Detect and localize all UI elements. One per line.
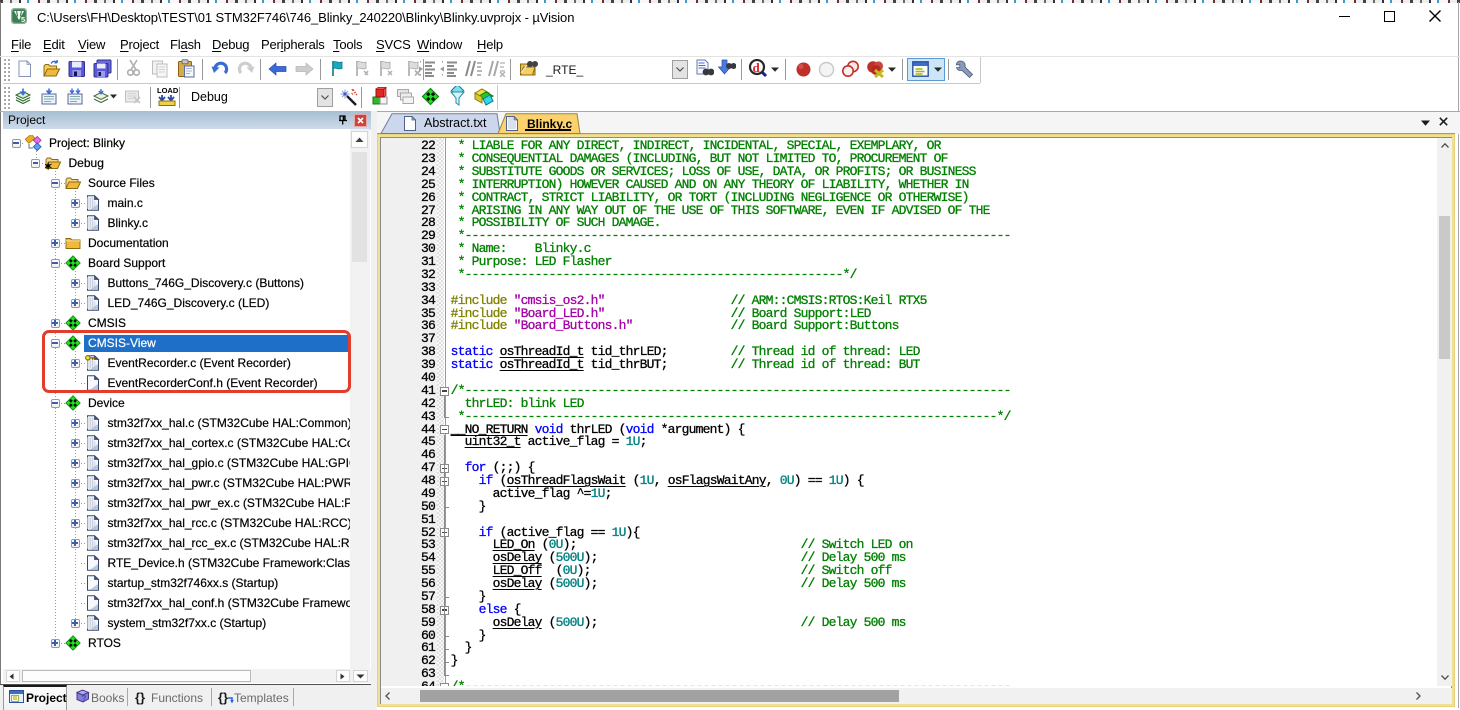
svg-text:d: d [753, 60, 761, 75]
svg-text:LOAD: LOAD [157, 86, 178, 95]
svg-text:✶: ✶ [45, 161, 53, 171]
svg-text:?: ? [82, 694, 87, 703]
svg-text:5: 5 [21, 15, 25, 24]
